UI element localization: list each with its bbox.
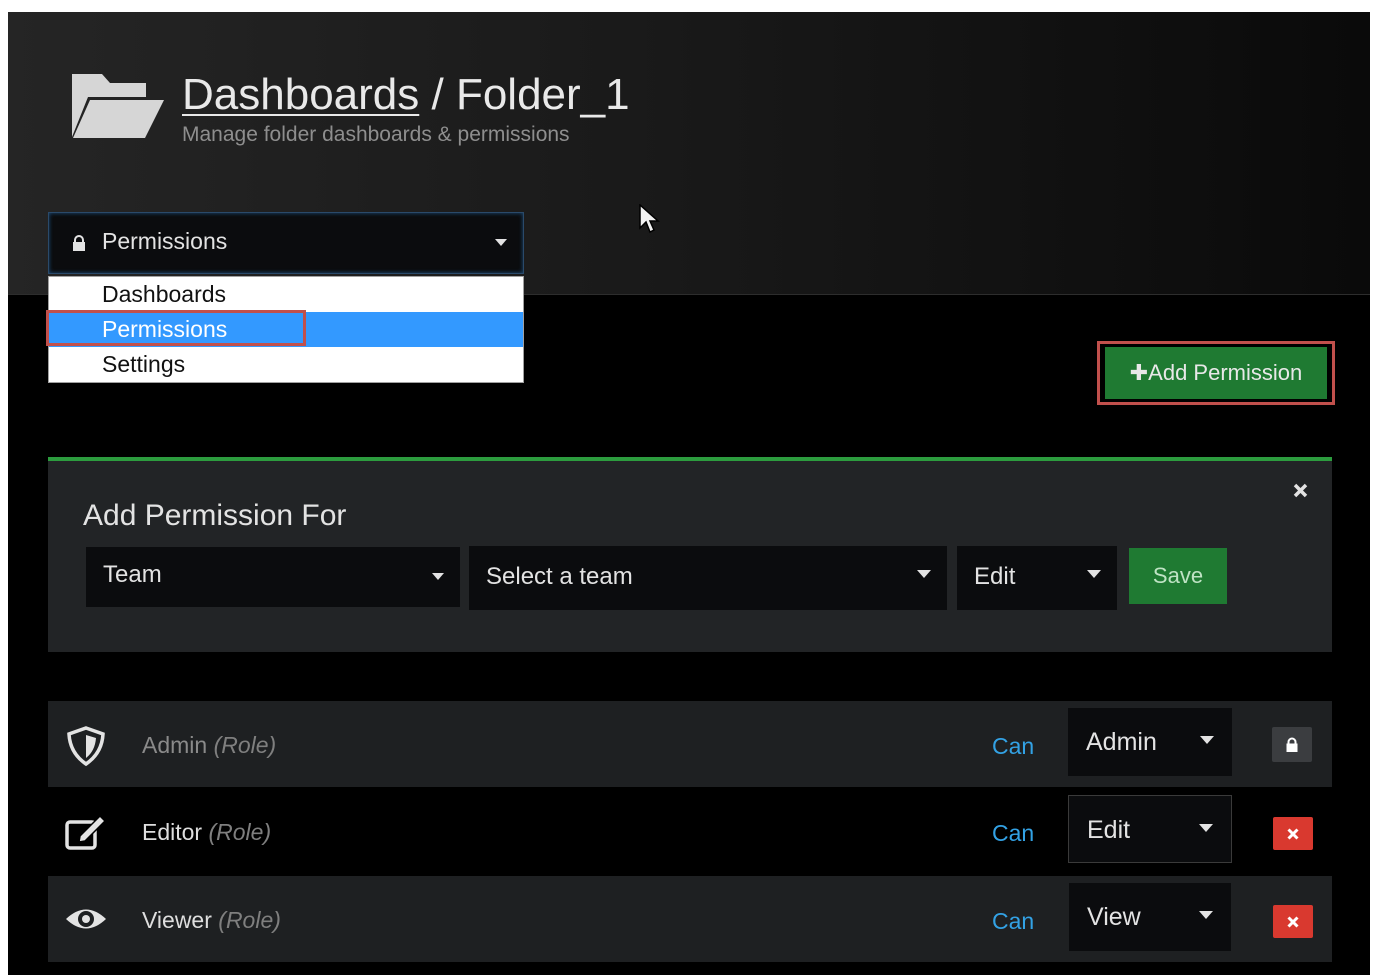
lock-icon (73, 235, 85, 251)
remove-icon (1287, 915, 1299, 928)
chevron-down-icon (1199, 824, 1213, 832)
team-select[interactable]: Select a team (469, 546, 947, 610)
nav-option-settings[interactable]: Settings (49, 347, 523, 382)
shield-icon (67, 726, 105, 767)
permission-level-select[interactable]: View (1069, 883, 1231, 951)
permission-level-select[interactable]: Admin (1068, 708, 1232, 776)
breadcrumb-folder: Folder_1 (455, 70, 630, 119)
chevron-down-icon (1200, 736, 1214, 744)
permission-name: Admin (Role) (142, 732, 277, 758)
highlight-box-add-permission (1097, 341, 1335, 405)
mouse-cursor-icon (639, 204, 660, 234)
nav-option-dashboards[interactable]: Dashboards (49, 277, 523, 312)
page-nav-select[interactable]: Permissions (48, 212, 524, 274)
locked-permission-button[interactable] (1272, 727, 1312, 762)
chevron-down-icon (1199, 911, 1213, 919)
page-subtitle: Manage folder dashboards & permissions (182, 123, 570, 146)
breadcrumb-dashboards-link[interactable]: Dashboards (182, 70, 419, 119)
add-permission-panel: Add Permission For Team Select a team Ed… (48, 457, 1332, 652)
page-title: Dashboards / Folder_1 (182, 70, 630, 120)
permission-level-select[interactable]: Edit (1068, 795, 1232, 863)
breadcrumb-separator: / (419, 70, 456, 119)
remove-permission-button[interactable] (1273, 817, 1313, 850)
can-label: Can (992, 733, 1035, 759)
remove-permission-button[interactable] (1273, 905, 1313, 938)
close-icon[interactable] (1293, 483, 1308, 498)
eye-icon (66, 909, 106, 929)
permission-level-select[interactable]: Edit (957, 546, 1117, 610)
can-label: Can (992, 820, 1035, 846)
permission-row-admin: Admin (Role) Can Admin (48, 701, 1332, 787)
permission-name: Viewer (Role) (142, 907, 281, 933)
nav-select-value: Permissions (102, 228, 228, 254)
folder-open-icon (72, 74, 164, 138)
permission-row-viewer: Viewer (Role) Can View (48, 876, 1332, 962)
lock-icon (1286, 737, 1298, 752)
app-window: Dashboards / Folder_1 Manage folder dash… (8, 12, 1370, 975)
can-label: Can (992, 908, 1035, 934)
panel-title: Add Permission For (83, 499, 347, 532)
chevron-down-icon (917, 570, 931, 578)
chevron-down-icon (1087, 570, 1101, 578)
save-button[interactable]: Save (1129, 548, 1227, 604)
permission-name: Editor (Role) (142, 819, 272, 845)
edit-icon (65, 814, 107, 850)
highlight-box-permissions (46, 310, 306, 346)
permission-type-select[interactable]: Team (86, 547, 460, 607)
chevron-down-icon (432, 573, 444, 580)
permission-row-editor: Editor (Role) Can Edit (48, 788, 1332, 874)
chevron-down-icon (495, 239, 507, 246)
remove-icon (1287, 827, 1299, 840)
